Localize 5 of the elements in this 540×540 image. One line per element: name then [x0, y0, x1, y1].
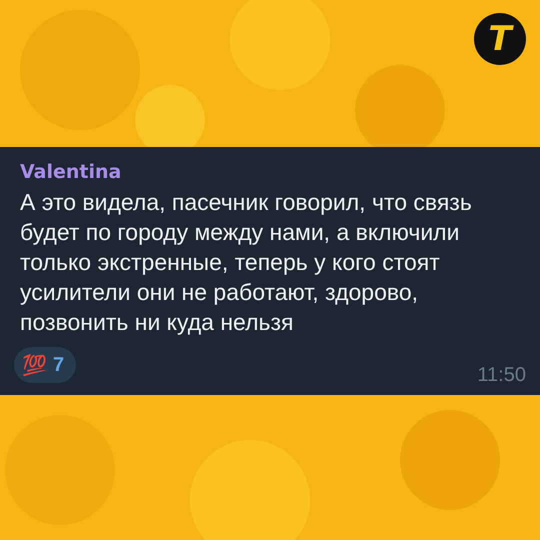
sender-name: Valentina: [20, 161, 122, 183]
message-text: А это видела, пасечник говорил, что связь будет по городу между нами, а включили только экстренные, теперь у кого стоят усилители они не работают, здорово, позвонить ни куда нельзя: [20, 188, 473, 337]
message-time: 11:50: [477, 364, 526, 387]
reaction-button[interactable]: 💯 7: [14, 347, 76, 383]
logo: T: [474, 13, 526, 65]
